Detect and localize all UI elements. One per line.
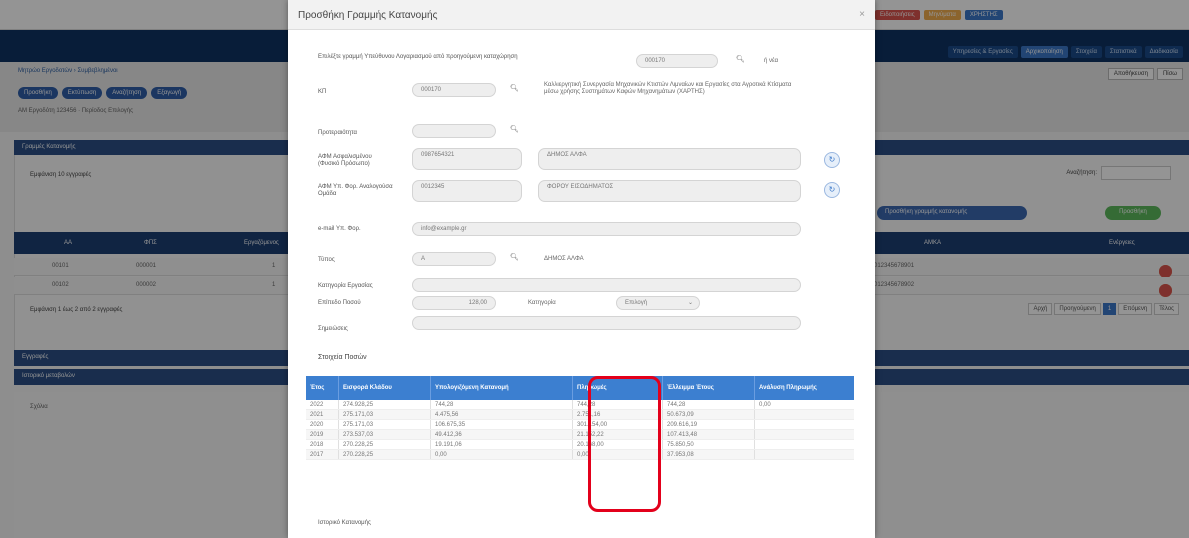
amounts-table: Έτος Εισφορά Κλάδου Υπολογιζόμενη Κατανο… — [306, 376, 854, 460]
type-label: Τύπος — [318, 257, 335, 263]
cell-deficit: 744,28 — [662, 400, 754, 409]
notes-input[interactable] — [412, 316, 801, 330]
afm2-label: ΑΦΜ Υπ. Φορ. Αναλογούσα Ομάδα — [318, 184, 393, 197]
cell-deficit: 50.673,09 — [662, 410, 754, 419]
cell-deficit: 37.953,08 — [662, 450, 754, 459]
table-row: 2018 270.228,25 19.191,06 20.168,00 75.8… — [306, 440, 854, 450]
refresh-icon[interactable]: ↻ — [824, 152, 840, 168]
amounts-section-title: Στοιχεία Ποσών — [318, 354, 367, 361]
amounts-table-header: Έτος Εισφορά Κλάδου Υπολογιζόμενη Κατανο… — [306, 376, 854, 400]
afm2-name-input: ΦΟΡΟΥ ΕΙΣΟΔΗΜΑΤΟΣ — [538, 180, 801, 202]
cell-contribution: 273.537,03 — [338, 430, 430, 439]
search-icon[interactable]: 🔍︎ — [736, 55, 745, 63]
email-input[interactable]: info@example.gr — [412, 222, 801, 236]
cell-contribution: 275.171,03 — [338, 410, 430, 419]
ks-description: Καλλιεργητική Συνεργασία Μηχανικών Κτιστ… — [544, 82, 792, 95]
close-icon[interactable]: × — [859, 9, 865, 20]
cell-payment-analysis — [754, 420, 854, 429]
col-header-contribution[interactable]: Εισφορά Κλάδου — [338, 376, 430, 400]
afm-name-input: ΔΗΜΟΣ ΑΛΦΑ — [538, 148, 801, 170]
add-allocation-modal: Προσθήκη Γραμμής Κατανομής × Επιλέξτε γρ… — [288, 0, 875, 538]
col-header-payment-analysis[interactable]: Ανάλυση Πληρωμής — [754, 376, 854, 400]
modal-header: Προσθήκη Γραμμής Κατανομής × — [288, 0, 875, 30]
table-row: 2017 270.228,25 0,00 0,00 37.953,08 — [306, 450, 854, 460]
cell-allocation: 4.475,56 — [430, 410, 572, 419]
cell-contribution: 274.928,25 — [338, 400, 430, 409]
priority-input[interactable] — [412, 124, 496, 138]
table-row: 2022 274.928,25 744,28 744,28 744,28 0,0… — [306, 400, 854, 410]
cell-allocation: 106.675,35 — [430, 420, 572, 429]
afm-input[interactable]: 0987654321 — [412, 148, 522, 170]
ks-input[interactable]: 000170 — [412, 83, 496, 97]
cell-year: 2020 — [310, 422, 324, 428]
table-row: 2020 275.171,03 106.675,35 301.154,00 20… — [306, 420, 854, 430]
type-input[interactable]: Α — [412, 252, 496, 266]
table-row: 2021 275.171,03 4.475,56 2.751,16 50.673… — [306, 410, 854, 420]
period-label: Επίπεδο Ποσού — [318, 300, 361, 306]
cell-year: 2018 — [310, 442, 324, 448]
type-description: ΔΗΜΟΣ ΑΛΦΑ — [544, 256, 584, 262]
email-label: e-mail Υπ. Φορ. — [318, 226, 361, 232]
cell-contribution: 270.228,25 — [338, 450, 430, 459]
select-previous-label: Επιλέξτε γραμμή Υπεύθυνου Λογαριασμού απ… — [318, 54, 518, 60]
priority-label: Προτεραιότητα — [318, 130, 357, 136]
allocation-history-label: Ιστορικό Κατανομής — [318, 520, 371, 526]
role-label: Κατηγορία Εργασίας — [318, 283, 373, 289]
cell-deficit: 107.413,48 — [662, 430, 754, 439]
cell-allocation: 19.191,06 — [430, 440, 572, 449]
cell-allocation: 49.412,36 — [430, 430, 572, 439]
afm-label: ΑΦΜ Ασφαλισμένου (Φυσικό Πρόσωπο) — [318, 154, 372, 167]
payments-column-highlight — [588, 376, 661, 512]
cell-contribution: 270.228,25 — [338, 440, 430, 449]
period-category-label: Κατηγορία — [528, 300, 556, 306]
cell-payment-analysis: 0,00 — [754, 400, 854, 409]
search-icon[interactable]: 🔍︎ — [510, 253, 519, 261]
col-header-allocation[interactable]: Υπολογιζόμενη Κατανομή — [430, 376, 572, 400]
notes-label: Σημειώσεις — [318, 326, 348, 332]
modal-title: Προσθήκη Γραμμής Κατανομής — [298, 10, 438, 21]
cell-allocation: 744,28 — [430, 400, 572, 409]
cell-year: 2022 — [310, 402, 324, 408]
cell-deficit: 75.850,50 — [662, 440, 754, 449]
cell-year: 2019 — [310, 432, 324, 438]
cell-allocation: 0,00 — [430, 450, 572, 459]
cell-deficit: 209.616,19 — [662, 420, 754, 429]
chevron-down-icon: ⌄ — [687, 300, 693, 306]
cell-payment-analysis — [754, 440, 854, 449]
role-input[interactable] — [412, 278, 801, 292]
cell-year: 2017 — [310, 452, 324, 458]
col-header-year[interactable]: Έτος — [306, 376, 338, 400]
search-icon[interactable]: 🔍︎ — [510, 125, 519, 133]
cell-payment-analysis — [754, 450, 854, 459]
cell-year: 2021 — [310, 412, 324, 418]
cell-payment-analysis — [754, 410, 854, 419]
ks-label: ΚΠ — [318, 89, 327, 95]
refresh-icon[interactable]: ↻ — [824, 182, 840, 198]
col-header-deficit[interactable]: Έλλειμμα Έτους — [662, 376, 754, 400]
period-select-value: Επιλογή — [625, 300, 648, 306]
cell-contribution: 275.171,03 — [338, 420, 430, 429]
new-link[interactable]: ή νέα — [764, 58, 778, 65]
table-row: 2019 273.537,03 49.412,36 21.152,22 107.… — [306, 430, 854, 440]
period-input[interactable]: 128,00 — [412, 296, 496, 310]
afm2-input[interactable]: 0012345 — [412, 180, 522, 202]
cell-payment-analysis — [754, 430, 854, 439]
select-previous-input[interactable]: 000170 — [636, 54, 718, 68]
period-select[interactable]: Επιλογή ⌄ — [616, 296, 700, 310]
search-icon[interactable]: 🔍︎ — [510, 84, 519, 92]
